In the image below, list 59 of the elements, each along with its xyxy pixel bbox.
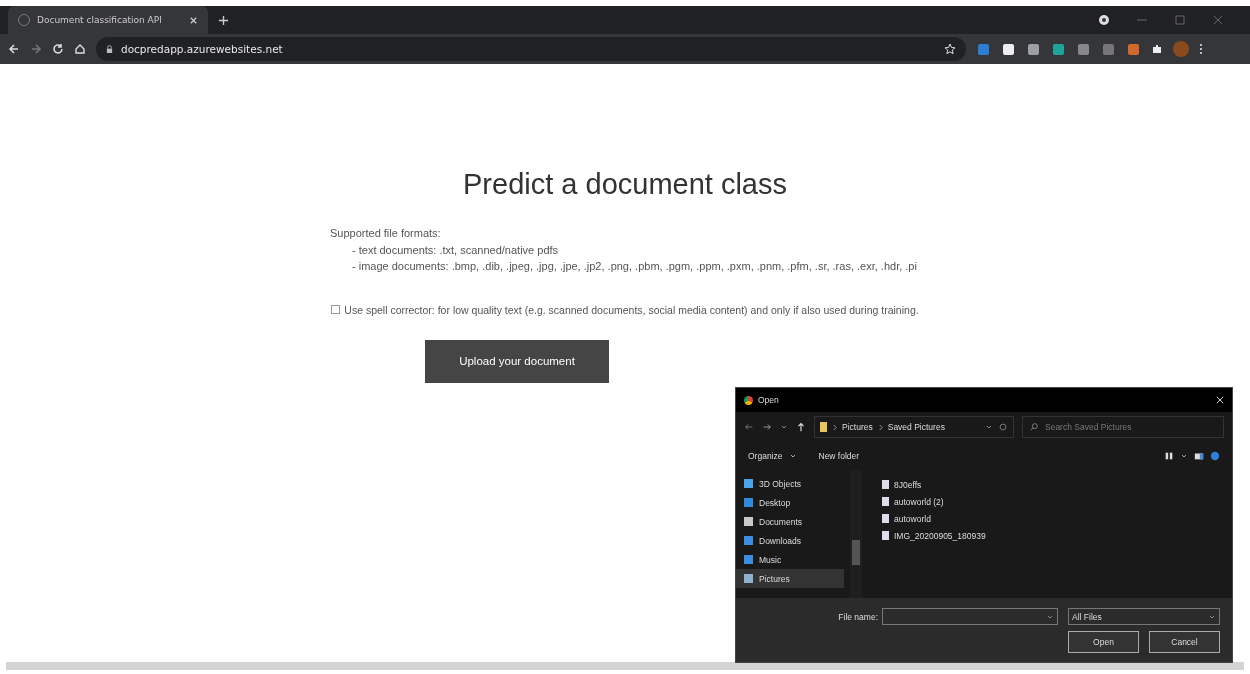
format-line: - text documents: .txt, scanned/native pdfs (351, 242, 560, 258)
folder-nav-item[interactable]: Desktop (736, 493, 844, 512)
extension-icon[interactable] (1003, 43, 1014, 55)
close-tab-icon[interactable] (189, 15, 198, 25)
up-icon[interactable] (796, 422, 806, 432)
file-item[interactable]: IMG_20200905_180939 (882, 527, 986, 544)
upload-button[interactable]: Upload your document (425, 339, 609, 383)
file-type-dropdown[interactable]: All Files (1068, 608, 1220, 625)
dropdown-caret-icon[interactable] (1180, 452, 1188, 460)
lock-icon (106, 44, 113, 54)
reload-icon[interactable] (52, 43, 64, 55)
chevron-icon (832, 423, 837, 431)
search-icon (1029, 422, 1039, 432)
dialog-title: Open (758, 395, 779, 405)
scrollbar[interactable] (850, 470, 862, 598)
file-item[interactable]: autoworld (2) (882, 493, 986, 510)
page-heading: Predict a document class (463, 168, 787, 201)
back-icon[interactable] (8, 43, 20, 55)
file-item[interactable]: autoworld (882, 510, 986, 527)
new-tab-icon[interactable] (218, 14, 229, 26)
folder-icon (820, 422, 827, 432)
file-name-label: File name: (838, 611, 878, 622)
dropdown-caret-icon[interactable] (780, 423, 788, 431)
search-field[interactable]: Search Saved Pictures (1022, 416, 1224, 438)
checkbox-label: Use spell corrector: for low quality text (e.g. scanned documents, social media content) and only if also used during training. (344, 303, 919, 316)
format-line: - image documents: .bmp, .dib, .jpeg, .jpg, .jpe, .jp2, .png, .pbm, .pgm, .ppm, .pxm, .pnm, .pfm, .sr, .ras, .exr, .hdr, .pi (351, 259, 918, 274)
forward-icon[interactable] (30, 43, 42, 55)
checkbox[interactable] (331, 305, 341, 314)
cancel-button[interactable]: Cancel (1149, 631, 1220, 653)
puzzle-icon[interactable] (1151, 43, 1163, 55)
home-icon[interactable] (74, 43, 86, 55)
chrome-logo-icon (744, 395, 753, 405)
extension-icon[interactable] (1028, 43, 1039, 55)
dropdown-caret-icon[interactable] (985, 423, 993, 431)
dropdown-caret-icon[interactable] (788, 452, 797, 460)
view-icon[interactable] (1164, 451, 1174, 461)
new-folder-button[interactable]: New folder (818, 451, 860, 461)
browser-tab[interactable]: Document classification API (8, 6, 208, 34)
account-icon[interactable] (1098, 14, 1110, 26)
folder-nav-item[interactable]: 3D Objects (736, 474, 844, 493)
folder-nav-item[interactable]: Pictures (736, 569, 844, 588)
more-menu-icon[interactable] (1199, 43, 1203, 55)
help-icon[interactable] (1210, 451, 1220, 461)
open-button[interactable]: Open (1068, 631, 1139, 653)
address-field[interactable]: Pictures Saved Pictures (814, 416, 1014, 438)
refresh-icon[interactable] (998, 422, 1008, 432)
organize-menu[interactable]: Organize (748, 451, 783, 461)
bookmark-star-icon[interactable] (944, 43, 956, 55)
file-item[interactable]: 8J0effs (882, 476, 986, 493)
file-name-field[interactable] (882, 608, 1058, 625)
folder-nav-item[interactable]: Downloads (736, 531, 844, 550)
formats-title: Supported file formats: (330, 226, 442, 241)
folder-nav-item[interactable]: Documents (736, 512, 844, 531)
folder-nav-item[interactable]: Music (736, 550, 844, 569)
preview-pane-icon[interactable] (1194, 451, 1204, 461)
address-bar[interactable]: docpredapp.azurewebsites.net (96, 37, 966, 61)
chevron-icon (877, 423, 883, 431)
forward-icon[interactable] (762, 422, 772, 432)
horizontal-scrollbar[interactable] (6, 662, 1244, 670)
